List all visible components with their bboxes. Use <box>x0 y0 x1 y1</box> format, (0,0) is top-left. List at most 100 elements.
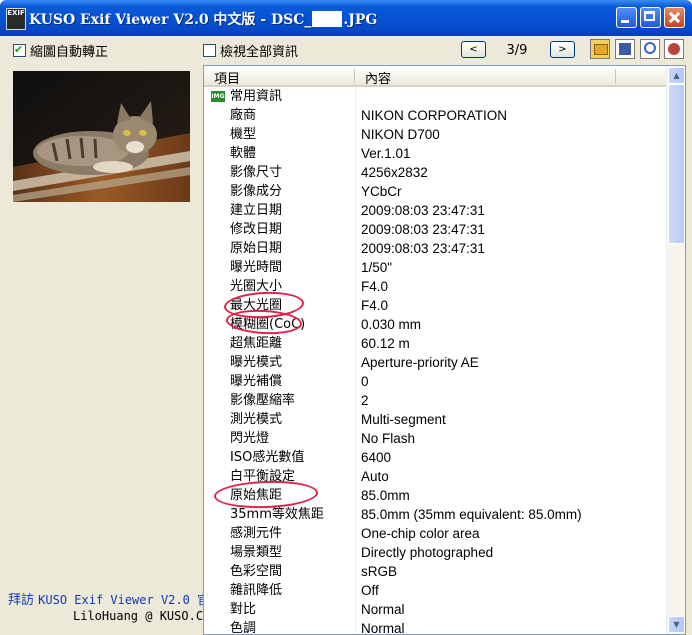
checkbox-unchecked-icon[interactable] <box>203 44 216 57</box>
exif-field-name: 場景類型 <box>230 545 283 560</box>
exif-field-value: YCbCr <box>361 184 402 199</box>
list-item[interactable]: 廠商 NIKON CORPORATION <box>204 106 666 125</box>
save-disk-icon[interactable] <box>615 39 635 59</box>
exif-field-value: 6400 <box>361 450 392 465</box>
exif-field-name: 廠商 <box>230 108 257 123</box>
previous-image-button[interactable]: < <box>461 41 486 58</box>
list-item[interactable]: 對比 Normal <box>204 600 666 619</box>
exif-field-name: 超焦距離 <box>230 336 283 351</box>
visit-website-link[interactable]: 拜訪 KUSO Exif Viewer V2.0 官 <box>8 589 209 608</box>
exif-field-value: F4.0 <box>361 279 389 294</box>
exif-field-value: Aperture-priority AE <box>361 355 479 370</box>
exif-field-name: 修改日期 <box>230 222 283 237</box>
author-credit: LiloHuang @ KUSO.Co <box>73 609 211 623</box>
exif-field-value: Directly photographed <box>361 545 494 560</box>
list-item[interactable]: 影像成分 YCbCr <box>204 182 666 201</box>
camera-app-icon: EXIF <box>6 8 26 30</box>
exif-field-value: Multi-segment <box>361 412 446 427</box>
exif-field-value: Ver.1.01 <box>361 146 411 161</box>
close-button[interactable] <box>664 7 685 28</box>
list-item[interactable]: 場景類型 Directly photographed <box>204 543 666 562</box>
exif-field-name: 色彩空間 <box>230 564 283 579</box>
exif-field-name: 影像壓縮率 <box>230 393 296 408</box>
magnifier-icon[interactable] <box>640 39 660 59</box>
list-header: 項目 內容 <box>204 66 666 87</box>
column-header-item[interactable]: 項目 <box>214 68 240 87</box>
exif-field-value: NIKON D700 <box>361 127 440 142</box>
cat-photo <box>13 71 190 202</box>
maximize-button[interactable] <box>640 7 661 28</box>
auto-rotate-checkbox[interactable]: 縮圖自動轉正 <box>13 42 108 60</box>
scroll-up-arrow-icon[interactable]: ▲ <box>668 67 685 84</box>
exif-field-value: 2009:08:03 23:47:31 <box>361 241 485 256</box>
scroll-down-arrow-icon[interactable]: ▼ <box>668 616 685 633</box>
exif-field-value: 60.12 m <box>361 336 410 351</box>
list-rows: IMG 常用資訊 廠商 NIKON CORPORATION 機型 NIKON D700… <box>204 87 666 635</box>
exif-field-name: 原始日期 <box>230 241 283 256</box>
group-row-common-info[interactable]: IMG 常用資訊 <box>204 87 666 106</box>
list-item[interactable]: 建立日期 2009:08:03 23:47:31 <box>204 201 666 220</box>
image-thumbnail <box>13 71 190 202</box>
exif-field-value: 85.0mm <box>361 488 410 503</box>
exif-field-value: sRGB <box>361 564 398 579</box>
exif-field-value: Normal <box>361 621 405 635</box>
exif-field-value: Auto <box>361 469 389 484</box>
exif-field-value: F4.0 <box>361 298 389 313</box>
exif-field-value: No Flash <box>361 431 416 446</box>
exif-field-name: 影像成分 <box>230 184 283 199</box>
list-item[interactable]: 曝光時間 1/50" <box>204 258 666 277</box>
group-label: 常用資訊 <box>230 89 283 104</box>
next-image-button[interactable]: > <box>550 41 575 58</box>
list-item[interactable]: 影像壓縮率 2 <box>204 391 666 410</box>
exif-field-name: 機型 <box>230 127 257 142</box>
about-icon[interactable] <box>664 39 684 59</box>
list-item[interactable]: 色彩空間 sRGB <box>204 562 666 581</box>
list-item[interactable]: 測光模式 Multi-segment <box>204 410 666 429</box>
scroll-thumb[interactable] <box>668 84 685 244</box>
exif-field-value: NIKON CORPORATION <box>361 108 508 123</box>
list-item[interactable]: 曝光模式 Aperture-priority AE <box>204 353 666 372</box>
exif-field-name: ISO感光數值 <box>230 450 305 465</box>
exif-field-name: 建立日期 <box>230 203 283 218</box>
exif-field-name: 對比 <box>230 602 257 617</box>
exif-list[interactable]: 項目 內容 IMG 常用資訊 廠商 NIKON CORPORATION 機型 NIKO… <box>203 65 686 635</box>
list-item[interactable]: 色調 Normal <box>204 619 666 635</box>
window-title: KUSO Exif Viewer V2.0 中文版 - DSC_ .JPG <box>29 11 378 28</box>
exif-field-name: 曝光補償 <box>230 374 283 389</box>
list-item[interactable]: 機型 NIKON D700 <box>204 125 666 144</box>
exif-field-value: Off <box>361 583 379 598</box>
minimize-button[interactable] <box>616 7 637 28</box>
list-item[interactable]: ISO感光數值 6400 <box>204 448 666 467</box>
exif-field-name: 色調 <box>230 621 257 635</box>
client-area: 縮圖自動轉正 檢視全部資訊 < 3/9 > <box>0 36 692 635</box>
list-item[interactable]: 超焦距離 60.12 m <box>204 334 666 353</box>
exif-field-name: 曝光模式 <box>230 355 283 370</box>
list-item[interactable]: 曝光補償 0 <box>204 372 666 391</box>
open-folder-icon[interactable] <box>590 39 610 59</box>
list-item[interactable]: 感測元件 One-chip color area <box>204 524 666 543</box>
checkbox-checked-icon[interactable] <box>13 42 26 58</box>
list-item[interactable]: 閃光燈 No Flash <box>204 429 666 448</box>
list-item[interactable]: 修改日期 2009:08:03 23:47:31 <box>204 220 666 239</box>
list-item[interactable]: 原始日期 2009:08:03 23:47:31 <box>204 239 666 258</box>
vertical-scrollbar[interactable]: ▲ ▼ <box>666 66 685 634</box>
redacted-filename <box>312 11 343 27</box>
exif-field-name: 感測元件 <box>230 526 283 541</box>
exif-field-name: 軟體 <box>230 146 257 161</box>
title-bar[interactable]: EXIF KUSO Exif Viewer V2.0 中文版 - DSC_ .JP… <box>0 0 692 36</box>
column-header-content[interactable]: 內容 <box>365 68 391 87</box>
list-item[interactable]: 35mm等效焦距 85.0mm (35mm equivalent: 85.0mm) <box>204 505 666 524</box>
exif-field-value: 0.030 mm <box>361 317 422 332</box>
image-counter: 3/9 <box>506 43 528 58</box>
exif-field-value: 2 <box>361 393 369 408</box>
exif-field-name: 影像尺寸 <box>230 165 283 180</box>
exif-field-name: 閃光燈 <box>230 431 270 446</box>
show-all-info-checkbox[interactable]: 檢視全部資訊 <box>203 44 298 60</box>
exif-field-value: One-chip color area <box>361 526 480 541</box>
exif-field-value: Normal <box>361 602 405 617</box>
list-item[interactable]: 雜訊降低 Off <box>204 581 666 600</box>
image-group-icon: IMG <box>211 91 225 102</box>
exif-field-value: 0 <box>361 374 369 389</box>
list-item[interactable]: 軟體 Ver.1.01 <box>204 144 666 163</box>
list-item[interactable]: 影像尺寸 4256x2832 <box>204 163 666 182</box>
